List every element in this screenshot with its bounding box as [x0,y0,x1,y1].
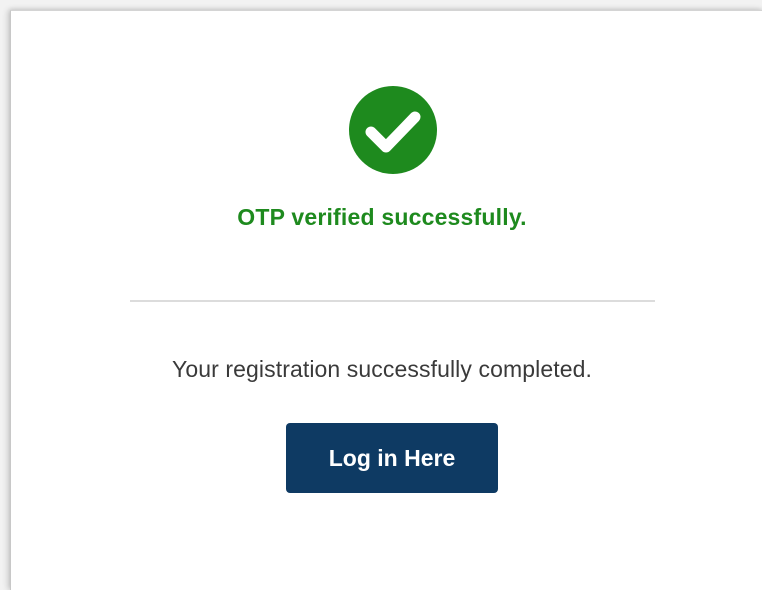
login-button[interactable]: Log in Here [286,423,498,493]
check-circle-icon [349,86,437,174]
divider [130,300,655,302]
success-card: OTP verified successfully. Your registra… [10,10,762,590]
registration-message: Your registration successfully completed… [171,356,592,382]
otp-success-message: OTP verified successfully. [237,204,527,230]
